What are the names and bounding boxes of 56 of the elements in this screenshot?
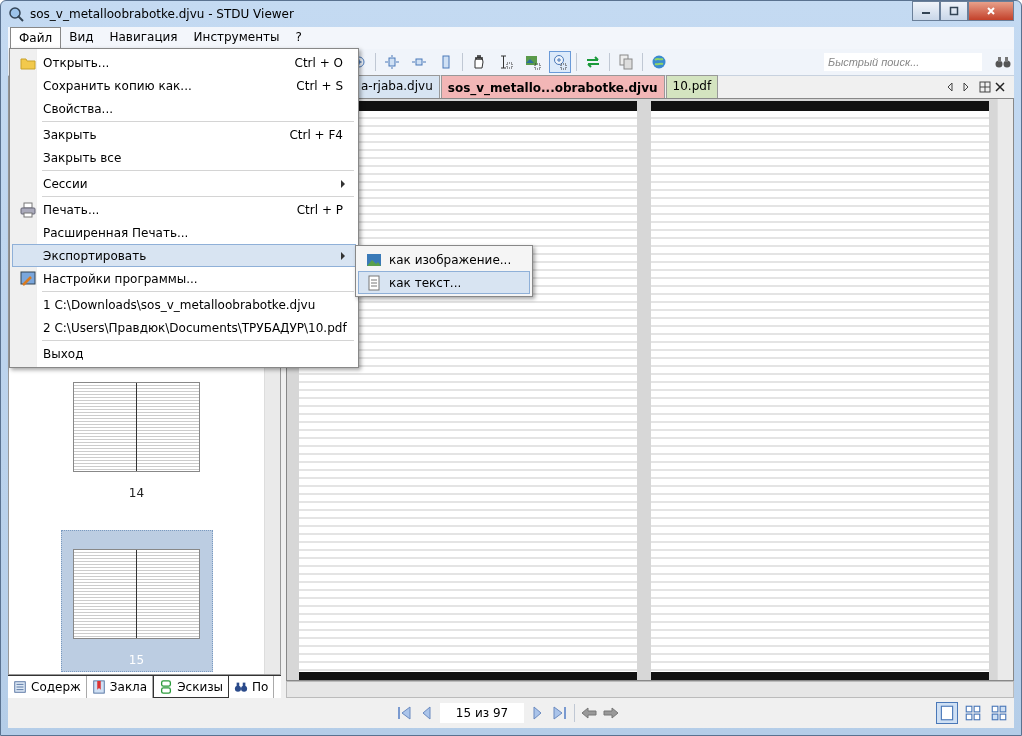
menu-item[interactable]: Печать... Ctrl + P xyxy=(12,198,356,221)
first-page-icon[interactable] xyxy=(396,705,412,721)
menu-item[interactable]: Расширенная Печать... xyxy=(12,221,356,244)
thumbnails-icon xyxy=(159,679,174,694)
menu-item[interactable]: Закрыть все xyxy=(12,146,356,169)
menu-item[interactable]: 2 C:\Users\Правдюк\Documents\ТРУБАДУР\10.pdf xyxy=(12,316,356,339)
menu-item[interactable]: Вид xyxy=(61,27,102,49)
submenu-arrow-icon xyxy=(341,179,345,188)
menu-item[interactable]: Сохранить копию как... Ctrl + S xyxy=(12,74,356,97)
document-tab[interactable]: 10.pdf xyxy=(665,75,719,98)
zoom-area-icon[interactable] xyxy=(549,51,571,73)
contents-icon xyxy=(13,680,27,694)
menu-item[interactable]: Настройки программы... xyxy=(12,267,356,290)
binoculars-icon xyxy=(234,680,249,694)
last-page-icon[interactable] xyxy=(552,705,568,721)
page-number: 15 xyxy=(128,652,145,669)
panel-tab[interactable]: Содерж xyxy=(8,676,87,698)
printer-icon xyxy=(20,201,36,218)
magnifier-icon xyxy=(8,6,24,22)
scrollbar[interactable] xyxy=(286,681,1014,698)
single-page-icon[interactable] xyxy=(936,702,958,724)
search-field[interactable]: Быстрый поиск... xyxy=(824,53,982,71)
page-field[interactable]: 15 из 97 xyxy=(440,703,524,723)
menu-item[interactable]: как изображение... xyxy=(358,248,530,271)
menu-item[interactable]: Выход xyxy=(12,342,356,365)
panel-tab[interactable]: Эскизы xyxy=(153,676,230,698)
document-tab[interactable]: sos_v_metallo...obrabotke.djvu xyxy=(440,75,665,98)
menu-item[interactable]: Инструменты xyxy=(185,27,288,49)
menu-item[interactable]: Экспортировать xyxy=(12,244,356,267)
text-document-icon xyxy=(366,274,382,291)
scrollbar[interactable] xyxy=(997,99,1013,680)
menu-item[interactable]: 1 C:\Downloads\sos_v_metalloobrabotke.djvu xyxy=(12,293,356,316)
menu-item[interactable]: Открыть... Ctrl + O xyxy=(12,51,356,74)
menu-item[interactable]: Свойства... xyxy=(12,97,356,120)
image-icon xyxy=(366,251,382,268)
maximize-icon xyxy=(949,6,959,16)
panel-tab[interactable]: Закла xyxy=(86,676,154,698)
window-title: sos_v_metalloobrabotke.djvu - STDU Viewer xyxy=(30,7,295,21)
menu-item[interactable]: Навигация xyxy=(101,27,186,49)
settings-icon xyxy=(20,270,36,287)
panel-tab[interactable]: По xyxy=(229,676,275,698)
page-number: 14 xyxy=(128,485,145,502)
close-icon xyxy=(986,6,996,16)
menu-item[interactable]: Закрыть Ctrl + F4 xyxy=(12,123,356,146)
menu-item[interactable]: Файл xyxy=(10,27,62,49)
close-button[interactable] xyxy=(968,1,1014,21)
forward-arrow-icon[interactable] xyxy=(603,705,619,721)
menu-item[interactable]: ? xyxy=(287,27,310,49)
menu-item[interactable]: Сессии xyxy=(12,172,356,195)
back-arrow-icon[interactable] xyxy=(581,705,597,721)
maximize-button[interactable] xyxy=(940,1,968,21)
minimize-button[interactable] xyxy=(912,1,940,21)
submenu-arrow-icon xyxy=(341,251,345,260)
bookmark-icon xyxy=(91,680,106,694)
menu-item[interactable]: как текст... xyxy=(358,271,530,294)
tab-nav-icons[interactable] xyxy=(946,81,1006,93)
